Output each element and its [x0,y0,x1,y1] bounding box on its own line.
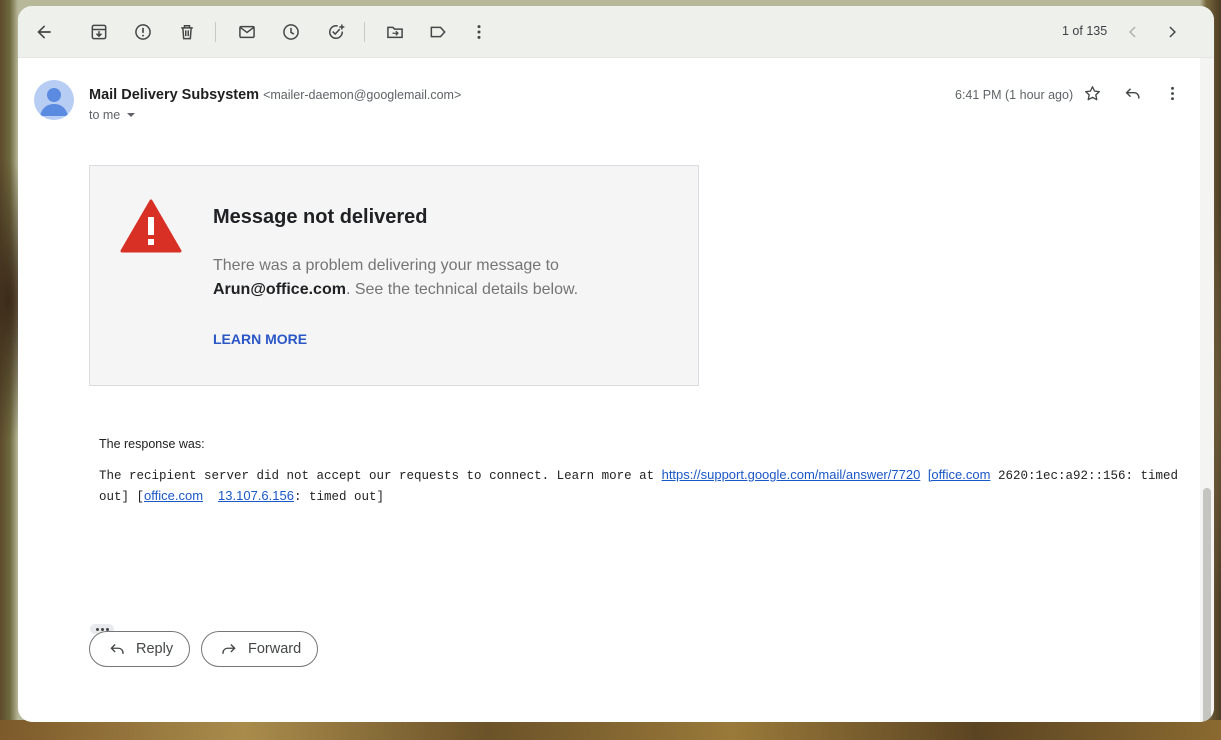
forward-button[interactable]: Forward [201,631,319,667]
toolbar-divider [364,22,365,42]
caret-down-icon [127,113,136,117]
forward-label: Forward [248,641,302,657]
reply-icon [110,644,124,654]
reply-button-header[interactable] [1119,80,1145,106]
domain-link[interactable]: office.com [144,488,203,503]
arrow-left-icon [37,25,51,39]
clock-icon [283,24,299,40]
archive-button[interactable] [85,18,113,46]
label-icon [430,26,446,38]
chevron-right-icon [1169,26,1176,38]
message-time: 6:41 PM (1 hour ago) [955,88,1074,102]
older-button[interactable] [1158,18,1186,46]
response-details: The recipient server did not accept our … [99,465,1179,507]
domain-link[interactable]: [office.com [928,467,991,482]
newer-button[interactable] [1119,18,1147,46]
folder-move-icon [387,26,403,39]
email-view: 1 of 135 Mail Delivery Subsystem <mailer-… [18,6,1214,722]
trash-icon [181,25,193,40]
star-button[interactable] [1079,80,1105,106]
add-task-icon [329,24,345,40]
response-text: The recipient server did not accept our … [99,469,662,483]
warning-icon [120,199,182,253]
sender-email: <mailer-daemon@googlemail.com> [263,88,462,102]
mail-icon [239,25,255,39]
failure-text-before: There was a problem delivering your mess… [213,257,559,274]
more-options-button[interactable] [465,18,493,46]
star-icon [1084,85,1100,100]
failure-message: There was a problem delivering your mess… [213,254,633,302]
delivery-failure-card: Message not delivered There was a proble… [89,165,699,386]
back-button[interactable] [30,18,58,46]
forward-icon [222,644,236,654]
recipients-label: to me [89,108,121,122]
mark-unread-button[interactable] [233,18,261,46]
report-spam-icon [135,24,151,40]
reply-button[interactable]: Reply [89,631,191,667]
pagination-count: 1 of 135 [1062,24,1108,38]
reply-icon [1125,87,1140,99]
chevron-left-icon [1129,26,1136,38]
archive-icon [91,24,107,40]
failed-recipient: Arun@office.com [213,281,346,298]
learn-more-link[interactable]: LEARN MORE [213,331,307,347]
scrollbar-thumb[interactable] [1203,488,1211,722]
more-vert-icon [477,25,481,39]
avatar[interactable] [34,80,74,120]
sender: Mail Delivery Subsystem <mailer-daemon@go… [89,87,461,103]
ip-link[interactable]: 13.107.6.156 [218,488,294,503]
desktop-background-strip [0,720,1221,740]
snooze-button[interactable] [277,18,305,46]
reply-label: Reply [136,641,174,657]
message-more-button[interactable] [1159,80,1185,106]
response-label: The response was: [99,437,205,451]
scrollbar[interactable] [1200,58,1214,722]
move-to-button[interactable] [381,18,409,46]
labels-button[interactable] [424,18,452,46]
message-toolbar: 1 of 135 [18,6,1214,58]
recipients-toggle[interactable]: to me [89,108,136,122]
more-vert-icon [1170,86,1174,100]
response-text: : timed out] [293,490,384,504]
failure-text-after: . See the technical details below. [345,281,579,298]
add-to-tasks-button[interactable] [322,18,350,46]
sender-name[interactable]: Mail Delivery Subsystem [89,87,259,103]
toolbar-divider [215,22,216,42]
failure-title: Message not delivered [213,206,428,228]
person-icon [40,88,68,116]
report-spam-button[interactable] [129,18,157,46]
support-link[interactable]: https://support.google.com/mail/answer/7… [662,467,921,482]
delete-button[interactable] [173,18,201,46]
message-content: Mail Delivery Subsystem <mailer-daemon@go… [18,58,1200,722]
